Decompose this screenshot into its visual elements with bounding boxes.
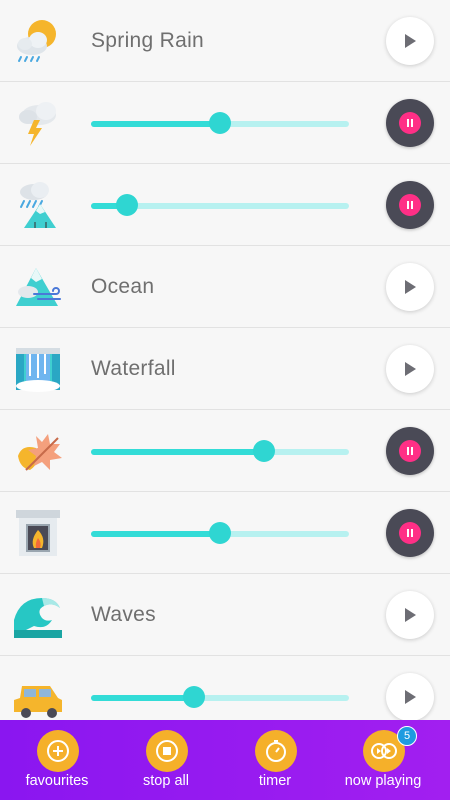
plus-circle-icon — [37, 730, 79, 772]
nav-label: now playing — [344, 773, 422, 789]
sound-row-waterfall: Waterfall — [0, 328, 450, 410]
leaves-icon — [18, 434, 62, 471]
pause-icon — [399, 440, 421, 462]
slider-thumb[interactable] — [183, 686, 206, 708]
pause-button[interactable] — [386, 509, 434, 557]
volume-slider[interactable] — [91, 194, 349, 216]
volume-slider[interactable] — [91, 440, 349, 462]
pause-button[interactable] — [386, 181, 434, 229]
slider-thumb[interactable] — [209, 112, 231, 134]
play-icon — [405, 690, 416, 704]
stopwatch-icon — [255, 730, 297, 772]
pause-icon — [399, 194, 421, 216]
play-button[interactable] — [386, 345, 434, 393]
sound-row-fireplace — [0, 492, 450, 574]
slider-fill — [91, 695, 195, 701]
slider-thumb[interactable] — [252, 440, 275, 462]
sound-list: Spring Rain Ocean Waterfall Waves — [0, 0, 450, 720]
sound-label: Waves — [91, 603, 156, 626]
wave-icon — [14, 598, 62, 638]
sound-row-autumn-leaves — [0, 410, 450, 492]
play-button[interactable] — [386, 673, 434, 720]
thunderstorm-icon — [19, 102, 56, 146]
sound-row-thunder — [0, 82, 450, 164]
slider-fill — [91, 449, 264, 455]
nav-label: timer — [258, 773, 292, 789]
play-icon — [405, 362, 416, 376]
play-icon — [405, 34, 416, 48]
rain-mountain-icon — [20, 182, 56, 228]
play-icon — [405, 280, 416, 294]
car-icon — [14, 686, 62, 718]
pause-icon — [399, 522, 421, 544]
sound-label: Ocean — [91, 275, 155, 298]
waterfall-icon — [16, 348, 60, 392]
nav-label: stop all — [143, 773, 189, 789]
stop-circle-icon — [146, 730, 188, 772]
sound-row-ocean: Ocean — [0, 246, 450, 328]
nav-favourites[interactable]: favourites — [1, 720, 113, 800]
slider-fill — [91, 121, 220, 127]
volume-slider[interactable] — [91, 686, 349, 708]
play-button[interactable] — [386, 263, 434, 311]
sound-row-car — [0, 656, 450, 720]
play-button[interactable] — [386, 17, 434, 65]
sound-label: Waterfall — [91, 357, 176, 380]
ocean-wind-icon — [16, 268, 61, 306]
nav-now-playing[interactable]: 5 now playing — [327, 720, 439, 800]
volume-slider[interactable] — [91, 112, 349, 134]
pause-icon — [399, 112, 421, 134]
slider-fill — [91, 531, 220, 537]
slider-thumb[interactable] — [209, 522, 231, 544]
fireplace-icon — [16, 510, 60, 556]
pause-button[interactable] — [386, 427, 434, 475]
nav-timer[interactable]: timer — [219, 720, 331, 800]
now-playing-count-badge: 5 — [397, 726, 417, 746]
nav-label: favourites — [25, 773, 89, 789]
sound-row-waves: Waves — [0, 574, 450, 656]
bottom-navigation: favourites stop all timer 5 now playing — [0, 720, 450, 800]
sound-label: Spring Rain — [91, 29, 205, 52]
pause-button[interactable] — [386, 99, 434, 147]
sound-row-mountain-rain — [0, 164, 450, 246]
play-button[interactable] — [386, 591, 434, 639]
sound-row-spring-rain: Spring Rain — [0, 0, 450, 82]
play-icon — [405, 608, 416, 622]
nav-stop-all[interactable]: stop all — [110, 720, 222, 800]
volume-slider[interactable] — [91, 522, 349, 544]
sun-cloud-rain-icon — [17, 20, 56, 62]
slider-thumb[interactable] — [116, 194, 139, 216]
